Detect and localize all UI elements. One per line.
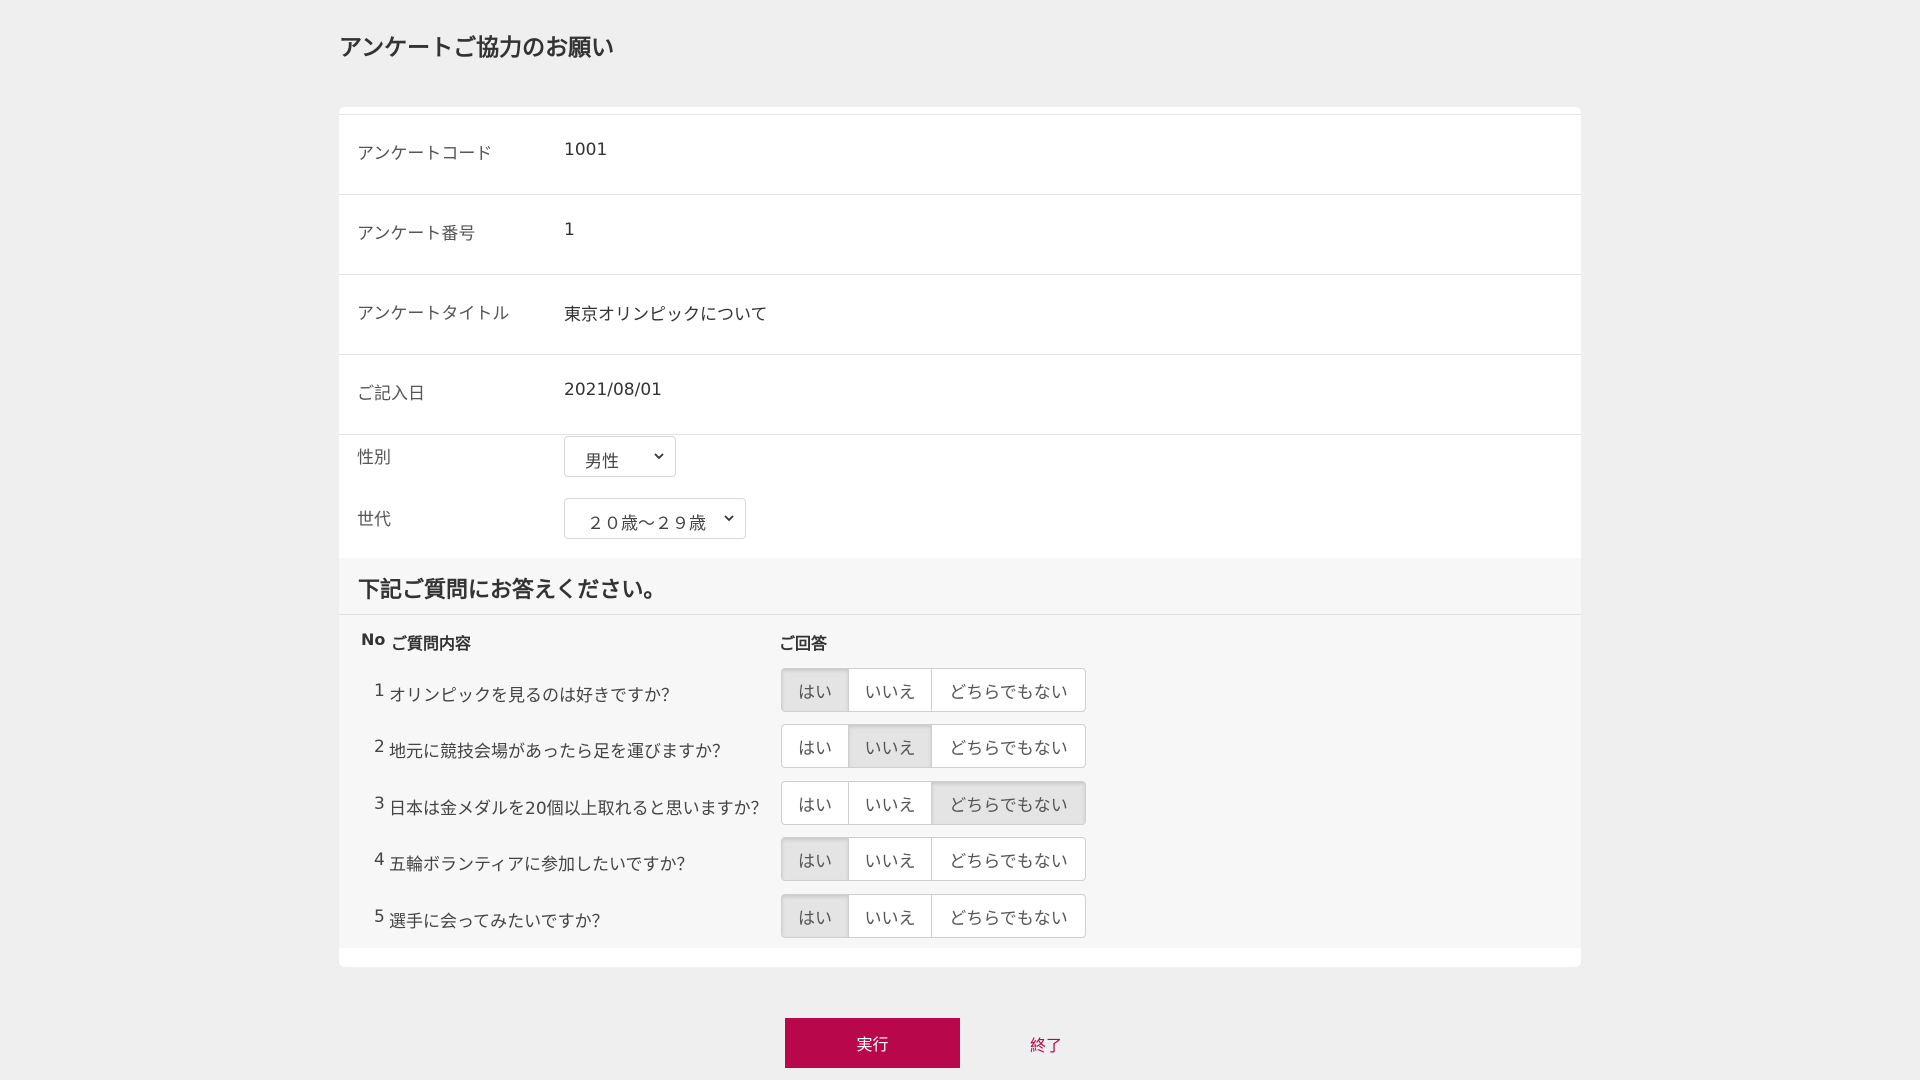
info-row-date: ご記入日 2021/08/01 <box>339 355 1581 435</box>
answer-neither-button[interactable]: どちらでもない <box>932 669 1085 711</box>
gender-select-value: 男性 <box>585 452 619 472</box>
info-label: アンケート番号 <box>357 224 476 244</box>
execute-button[interactable]: 実行 <box>785 1018 960 1068</box>
end-link[interactable]: 終了 <box>1030 1032 1062 1056</box>
col-header-answer: ご回答 <box>779 634 828 653</box>
answer-button-group: はい いいえ どちらでもない <box>781 837 1086 881</box>
question-row: 5 選手に会ってみたいですか？ はい いいえ どちらでもない <box>339 894 1581 940</box>
gender-label: 性別 <box>357 448 391 468</box>
info-label: アンケートコード <box>357 144 493 164</box>
answer-no-button[interactable]: いいえ <box>849 669 932 711</box>
question-text: 選手に会ってみたいですか？ <box>389 912 609 932</box>
info-row-title: アンケートタイトル 東京オリンピックについて <box>339 275 1581 355</box>
answer-button-group: はい いいえ どちらでもない <box>781 894 1086 938</box>
answer-yes-button[interactable]: はい <box>782 838 849 880</box>
section-divider <box>339 614 1581 615</box>
info-value: 1 <box>564 220 575 240</box>
generation-select[interactable]: ２０歳～２９歳 <box>564 498 746 539</box>
survey-card: アンケートコード 1001 アンケート番号 1 アンケートタイトル 東京オリンピ… <box>339 107 1581 967</box>
question-row: 2 地元に競技会場があったら足を運びますか？ はい いいえ どちらでもない <box>339 724 1581 770</box>
question-text: 地元に競技会場があったら足を運びますか？ <box>389 742 729 762</box>
answer-neither-button[interactable]: どちらでもない <box>932 725 1085 767</box>
info-label: ご記入日 <box>357 384 425 404</box>
page-title: アンケートご協力のお願い <box>339 35 615 61</box>
answer-button-group: はい いいえ どちらでもない <box>781 724 1086 768</box>
generation-select-value: ２０歳～２９歳 <box>587 514 706 534</box>
questions-heading: 下記ご質問にお答えください。 <box>358 578 666 603</box>
chevron-down-icon <box>654 453 664 460</box>
question-no: 5 <box>374 907 385 927</box>
question-text: 五輪ボランティアに参加したいですか？ <box>389 855 694 875</box>
question-text: 日本は金メダルを20個以上取れると思いますか？ <box>389 799 768 819</box>
question-no: 2 <box>374 737 385 757</box>
generation-label: 世代 <box>357 510 391 530</box>
questions-section: 下記ご質問にお答えください。 No ご質問内容 ご回答 1 オリンピックを見るの… <box>339 558 1581 948</box>
question-no: 1 <box>374 681 385 701</box>
answer-yes-button[interactable]: はい <box>782 782 849 824</box>
answer-no-button[interactable]: いいえ <box>849 838 932 880</box>
answer-no-button[interactable]: いいえ <box>849 782 932 824</box>
question-text: オリンピックを見るのは好きですか？ <box>389 686 678 706</box>
info-row-code: アンケートコード 1001 <box>339 115 1581 195</box>
answer-neither-button[interactable]: どちらでもない <box>932 895 1085 937</box>
answer-no-button[interactable]: いいえ <box>849 895 932 937</box>
question-row: 1 オリンピックを見るのは好きですか？ はい いいえ どちらでもない <box>339 668 1581 714</box>
info-value: 2021/08/01 <box>564 380 662 400</box>
answer-button-group: はい いいえ どちらでもない <box>781 668 1086 712</box>
question-no: 4 <box>374 850 385 870</box>
chevron-down-icon <box>724 515 734 522</box>
col-header-question: ご質問内容 <box>391 634 472 653</box>
answer-yes-button[interactable]: はい <box>782 669 849 711</box>
question-row: 4 五輪ボランティアに参加したいですか？ はい いいえ どちらでもない <box>339 837 1581 883</box>
answer-yes-button[interactable]: はい <box>782 725 849 767</box>
info-value: 東京オリンピックについて <box>564 305 768 325</box>
answer-no-button[interactable]: いいえ <box>849 725 932 767</box>
answer-yes-button[interactable]: はい <box>782 895 849 937</box>
answer-neither-button[interactable]: どちらでもない <box>932 782 1085 824</box>
info-label: アンケートタイトル <box>357 304 510 324</box>
col-header-no: No <box>361 630 386 649</box>
answer-neither-button[interactable]: どちらでもない <box>932 838 1085 880</box>
question-no: 3 <box>374 794 385 814</box>
question-row: 3 日本は金メダルを20個以上取れると思いますか？ はい いいえ どちらでもない <box>339 781 1581 827</box>
info-value: 1001 <box>564 140 608 160</box>
answer-button-group: はい いいえ どちらでもない <box>781 781 1086 825</box>
gender-select[interactable]: 男性 <box>564 436 676 477</box>
info-row-number: アンケート番号 1 <box>339 195 1581 275</box>
